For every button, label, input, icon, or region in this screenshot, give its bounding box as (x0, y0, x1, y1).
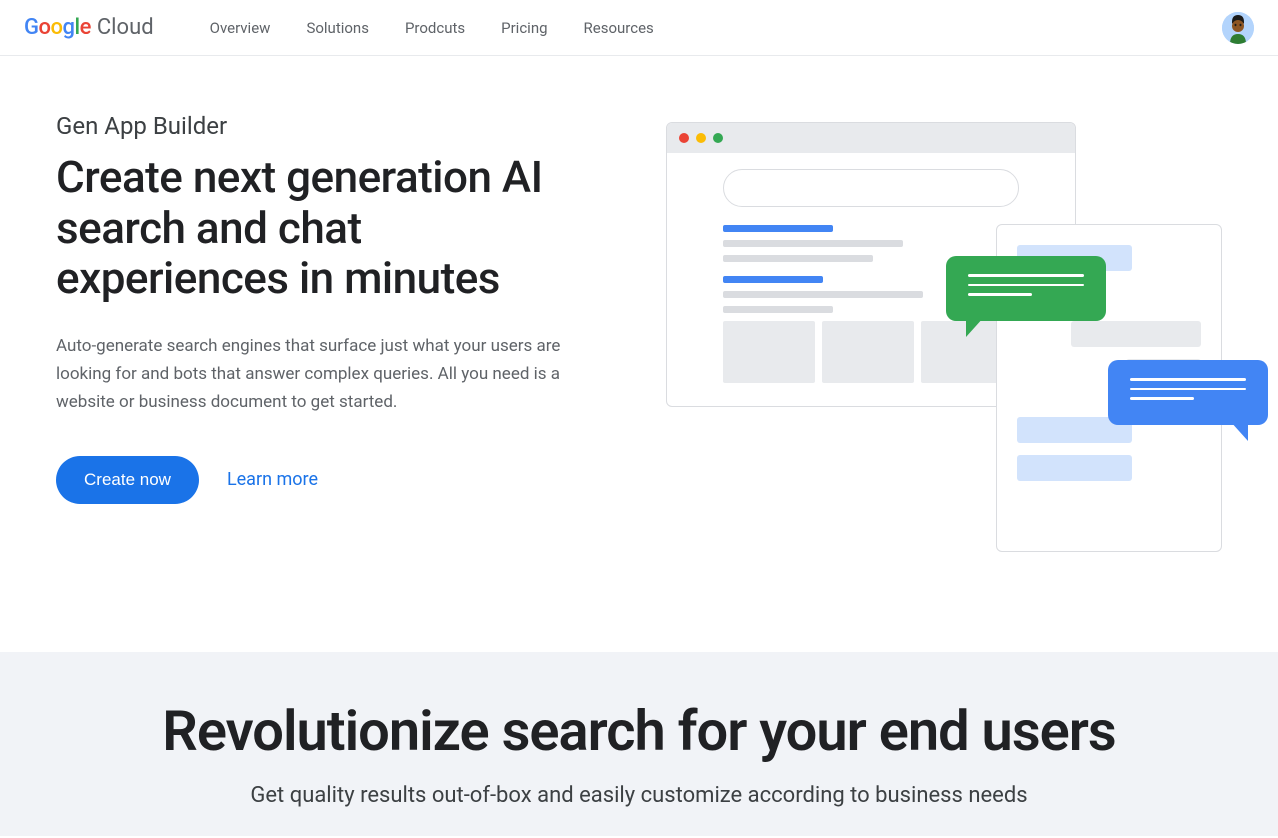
chat-bot-line (1071, 321, 1201, 347)
bubble-line (1130, 388, 1246, 391)
thumbnail (822, 321, 914, 383)
feature-subtitle: Get quality results out-of-box and easil… (40, 783, 1238, 808)
bubble-tail (966, 317, 984, 337)
result-text-line (723, 306, 833, 313)
chat-user-line (1017, 455, 1132, 481)
window-close-icon (679, 133, 689, 143)
result-text-line (723, 291, 923, 298)
search-bar-mockup (723, 169, 1019, 207)
thumbnail (723, 321, 815, 383)
feature-title: Revolutionize search for your end users (40, 700, 1238, 763)
window-minimize-icon (696, 133, 706, 143)
chat-bubble-green-icon (946, 256, 1106, 321)
bubble-line (968, 293, 1032, 296)
avatar[interactable] (1222, 12, 1254, 44)
bubble-line (968, 274, 1084, 277)
bubble-line (1130, 397, 1194, 400)
bubble-line (968, 284, 1084, 287)
nav-products[interactable]: Prodcuts (405, 19, 465, 37)
cloud-text: Cloud (97, 15, 154, 40)
hero-illustration (636, 112, 1222, 572)
cta-row: Create now Learn more (56, 456, 596, 504)
google-logo-text: Google (24, 15, 91, 40)
result-text-line (723, 240, 903, 247)
nav-resources[interactable]: Resources (584, 19, 654, 37)
hero-description: Auto-generate search engines that surfac… (56, 332, 566, 416)
hero-section: Gen App Builder Create next generation A… (0, 56, 1278, 652)
hero-eyebrow: Gen App Builder (56, 112, 596, 140)
bubble-line (1130, 378, 1246, 381)
result-link-line (723, 276, 823, 283)
feature-section: Revolutionize search for your end users … (0, 652, 1278, 836)
nav-overview[interactable]: Overview (210, 19, 271, 37)
hero-title: Create next generation AI search and cha… (56, 152, 596, 304)
nav-solutions[interactable]: Solutions (306, 19, 369, 37)
logo[interactable]: Google Cloud (24, 15, 154, 40)
bubble-tail (1230, 421, 1248, 441)
hero-content: Gen App Builder Create next generation A… (56, 112, 596, 572)
learn-more-link[interactable]: Learn more (227, 469, 318, 490)
window-maximize-icon (713, 133, 723, 143)
browser-titlebar (667, 123, 1075, 153)
main-nav: Overview Solutions Prodcuts Pricing Reso… (210, 19, 654, 37)
nav-pricing[interactable]: Pricing (501, 19, 547, 37)
result-text-line (723, 255, 873, 262)
create-now-button[interactable]: Create now (56, 456, 199, 504)
result-link-line (723, 225, 833, 232)
chat-bubble-blue-icon (1108, 360, 1268, 425)
top-header: Google Cloud Overview Solutions Prodcuts… (0, 0, 1278, 56)
